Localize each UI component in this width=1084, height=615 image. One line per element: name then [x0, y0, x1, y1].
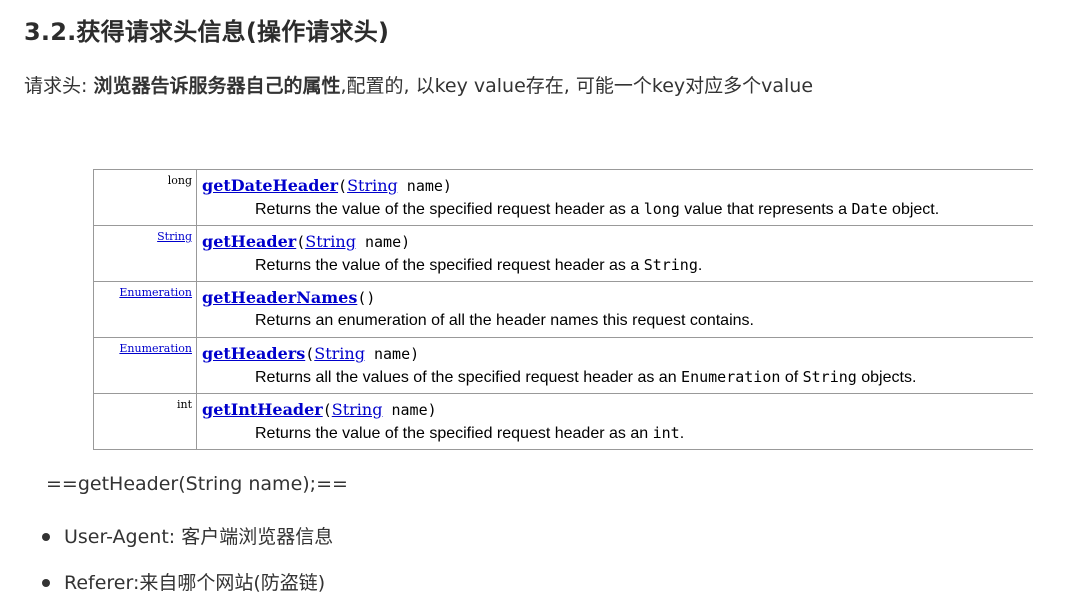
method-signature: getIntHeader(String name)	[202, 398, 1033, 422]
method-name-link[interactable]: getIntHeader	[202, 400, 323, 419]
inline-code: long	[643, 200, 680, 218]
param-name: name)	[355, 233, 411, 251]
method-description: Returns the value of the specified reque…	[202, 198, 1033, 221]
description-text: Returns the value of the specified reque…	[255, 201, 644, 218]
param-type-link[interactable]: String	[332, 400, 383, 419]
return-type-link[interactable]: Enumeration	[119, 342, 192, 355]
method-cell: getHeaderNames() Returns an enumeration o…	[196, 281, 1033, 338]
return-type-cell: Enumeration	[93, 281, 197, 338]
table-row: Enumeration getHeaders(String name) Return…	[93, 337, 1033, 394]
signature-paren: (	[338, 177, 348, 195]
inline-code: Enumeration	[681, 368, 781, 386]
param-name: name)	[382, 401, 437, 419]
return-type-cell: int	[93, 393, 197, 450]
description-text: Returns an enumeration of all the header…	[255, 312, 754, 329]
description-text: .	[679, 425, 685, 442]
method-description: Returns the value of the specified reque…	[202, 422, 1033, 445]
param-type-link[interactable]: String	[314, 344, 365, 363]
method-cell: getIntHeader(String name) Returns the val…	[196, 393, 1033, 450]
list-item: User-Agent: 客户端浏览器信息	[34, 523, 333, 569]
method-description: Returns all the values of the specified …	[202, 366, 1033, 389]
method-description: Returns an enumeration of all the header…	[202, 310, 1033, 332]
method-cell: getHeaders(String name) Returns all the v…	[196, 337, 1033, 394]
return-type-link[interactable]: Enumeration	[119, 286, 192, 299]
return-type-cell: long	[93, 169, 197, 226]
method-cell: getHeader(String name) Returns the value …	[196, 225, 1033, 282]
inline-code: String	[643, 256, 698, 274]
description-text: of	[780, 369, 803, 386]
param-type-link[interactable]: String	[305, 232, 356, 251]
return-type: long	[167, 174, 192, 187]
bullet-dot-icon	[42, 533, 50, 541]
table-row: Enumeration getHeaderNames() Returns an en…	[93, 281, 1033, 338]
section-heading: 3.2.获得请求头信息(操作请求头)	[24, 18, 390, 46]
list-item: Referer:来自哪个网站(防盗链)	[34, 569, 333, 615]
list-item-text: Referer:来自哪个网站(防盗链)	[64, 572, 326, 594]
description-text: .	[697, 257, 703, 274]
signature-paren: (	[305, 345, 315, 363]
method-signature: getHeaders(String name)	[202, 342, 1033, 366]
signature-paren: (	[296, 233, 306, 251]
return-type-link[interactable]: String	[157, 230, 192, 243]
description-text: Returns all the values of the specified …	[255, 369, 682, 386]
inline-code: String	[802, 368, 857, 386]
method-name-link[interactable]: getHeaders	[202, 344, 305, 363]
return-type-cell: String	[93, 225, 197, 282]
signature-paren: (	[322, 401, 332, 419]
table-row: String getHeader(String name) Returns the …	[93, 225, 1033, 282]
inline-code: int	[652, 424, 680, 442]
note-text: ==getHeader(String name);==	[46, 473, 348, 495]
param-type-link[interactable]: String	[347, 176, 398, 195]
description-text: value that represents a	[679, 201, 852, 218]
method-name-link[interactable]: getDateHeader	[202, 176, 338, 195]
return-type: int	[176, 398, 192, 411]
bullet-list: User-Agent: 客户端浏览器信息 Referer:来自哪个网站(防盗链)	[34, 523, 333, 615]
description-text: object.	[887, 201, 940, 218]
description-text: objects.	[856, 369, 917, 386]
description-text: Returns the value of the specified reque…	[255, 257, 644, 274]
param-name: name)	[397, 177, 452, 195]
list-item-text: User-Agent: 客户端浏览器信息	[64, 526, 334, 548]
method-name-link[interactable]: getHeader	[202, 232, 296, 251]
method-name-link[interactable]: getHeaderNames	[202, 288, 357, 307]
bullet-dot-icon	[42, 579, 50, 587]
method-description: Returns the value of the specified reque…	[202, 254, 1033, 277]
inline-code: Date	[851, 200, 888, 218]
method-signature: getHeaderNames()	[202, 286, 1033, 310]
method-signature: getDateHeader(String name)	[202, 174, 1033, 198]
method-summary-table: long getDateHeader(String name) Returns th…	[93, 169, 1033, 450]
param-name: name)	[364, 345, 420, 363]
intro-prefix: 请求头:	[24, 75, 94, 97]
table-row: int getIntHeader(String name) Returns the …	[93, 393, 1033, 450]
description-text: Returns the value of the specified reque…	[255, 425, 653, 442]
intro-paragraph: 请求头: 浏览器告诉服务器自己的属性,配置的, 以key value存在, 可能…	[24, 71, 813, 98]
method-cell: getDateHeader(String name) Returns the va…	[196, 169, 1033, 226]
intro-bold: 浏览器告诉服务器自己的属性	[93, 75, 341, 97]
intro-suffix: ,配置的, 以key value存在, 可能一个key对应多个value	[340, 75, 814, 97]
table-row: long getDateHeader(String name) Returns th…	[93, 169, 1033, 226]
method-signature: getHeader(String name)	[202, 230, 1033, 254]
signature-paren: ()	[357, 289, 376, 307]
return-type-cell: Enumeration	[93, 337, 197, 394]
